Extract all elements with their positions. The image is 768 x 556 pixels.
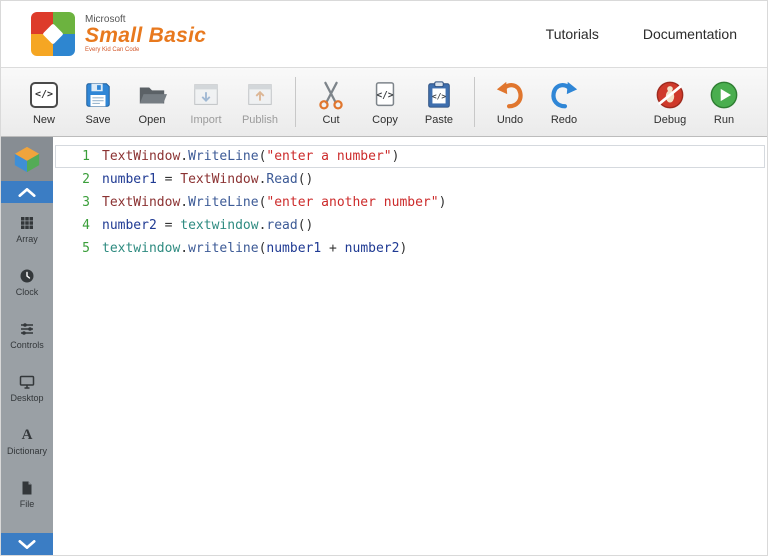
publish-icon xyxy=(244,79,276,111)
code-text: number1 = TextWindow.Read() xyxy=(102,172,314,187)
paste-button-label: Paste xyxy=(424,113,454,126)
cut-scissors-icon xyxy=(315,79,347,111)
code-text: TextWindow.WriteLine("enter a number") xyxy=(102,149,400,164)
small-basic-cube-tile xyxy=(1,137,53,181)
open-folder-icon xyxy=(136,79,168,111)
code-line[interactable]: 4 number2 = textwindow.read() xyxy=(55,214,765,237)
redo-button-label: Redo xyxy=(550,113,578,126)
code-line[interactable]: 1 TextWindow.WriteLine("enter a number") xyxy=(55,145,765,168)
code-text: textwindow.writeline(number1 + number2) xyxy=(102,241,408,256)
product-name: Small Basic xyxy=(85,24,207,48)
file-icon xyxy=(19,480,35,496)
toolbar: </> New Save Open Import Publish Cut </>… xyxy=(1,67,767,137)
sidebar-item-desktop[interactable]: Desktop xyxy=(1,362,53,415)
copy-button-label: Copy xyxy=(372,113,398,126)
sidebar-item-label: Dictionary xyxy=(6,446,47,456)
sidebar-item-clock[interactable]: Clock xyxy=(1,256,53,309)
new-button[interactable]: </> New xyxy=(17,72,71,132)
sidebar-item-label: Clock xyxy=(15,287,39,297)
copy-button[interactable]: </> Copy xyxy=(358,72,412,132)
chevron-up-icon xyxy=(18,187,36,197)
sidebar-item-controls[interactable]: Controls xyxy=(1,309,53,362)
svg-text:</>: </> xyxy=(377,89,394,100)
svg-text:</>: </> xyxy=(432,91,447,100)
undo-button[interactable]: Undo xyxy=(483,72,537,132)
line-number: 4 xyxy=(82,218,90,233)
undo-button-label: Undo xyxy=(496,113,524,126)
sidebar-item-label: File xyxy=(19,499,35,509)
cut-button[interactable]: Cut xyxy=(304,72,358,132)
code-line[interactable]: 5 textwindow.writeline(number1 + number2) xyxy=(55,237,765,260)
sidebar-item-label: Controls xyxy=(10,340,44,350)
paste-button[interactable]: </> Paste xyxy=(412,72,466,132)
code-lines: 1 TextWindow.WriteLine("enter a number") 2… xyxy=(53,145,767,260)
cut-button-label: Cut xyxy=(322,113,340,126)
paste-clipboard-icon: </> xyxy=(423,79,455,111)
run-play-icon xyxy=(708,79,740,111)
product-tagline: Every Kid Can Code xyxy=(85,47,140,54)
save-button[interactable]: Save xyxy=(71,72,125,132)
new-button-label: New xyxy=(32,113,55,126)
code-editor[interactable]: 1 TextWindow.WriteLine("enter a number") 2… xyxy=(53,137,767,555)
import-button[interactable]: Import xyxy=(179,72,233,132)
toolbar-divider xyxy=(474,77,475,127)
nav-link-tutorials[interactable]: Tutorials xyxy=(546,26,599,42)
library-sidebar: Array Clock Controls Desktop A Dictionar… xyxy=(1,137,53,555)
sliders-icon xyxy=(19,321,35,337)
code-line[interactable]: 3 TextWindow.WriteLine("enter another num… xyxy=(55,191,765,214)
grid-icon xyxy=(19,215,35,231)
open-button[interactable]: Open xyxy=(125,72,179,132)
header-nav: Tutorials Documentation xyxy=(546,26,737,42)
code-text: number2 = textwindow.read() xyxy=(102,218,314,233)
cube-icon xyxy=(14,146,40,173)
header: Microsoft Small Basic Every Kid Can Code… xyxy=(1,1,767,67)
small-basic-logo-icon xyxy=(31,12,75,56)
sidebar-item-label: Array xyxy=(16,234,38,244)
toolbar-divider xyxy=(295,77,296,127)
save-button-label: Save xyxy=(85,113,111,126)
debug-bug-icon xyxy=(654,79,686,111)
sidebar-item-array[interactable]: Array xyxy=(1,203,53,256)
logo-text: Microsoft Small Basic Every Kid Can Code xyxy=(85,14,207,54)
run-button-label: Run xyxy=(713,113,735,126)
open-button-label: Open xyxy=(138,113,166,126)
main-area: Array Clock Controls Desktop A Dictionar… xyxy=(1,137,767,555)
debug-button-label: Debug xyxy=(653,113,687,126)
monitor-icon xyxy=(19,374,35,390)
publish-button-label: Publish xyxy=(241,113,279,126)
nav-link-documentation[interactable]: Documentation xyxy=(643,26,737,42)
chevron-down-icon xyxy=(18,539,36,549)
letter-a-icon: A xyxy=(21,426,33,443)
line-number: 1 xyxy=(82,149,90,164)
sidebar-item-label: Desktop xyxy=(10,393,44,403)
redo-button[interactable]: Redo xyxy=(537,72,591,132)
sidebar-scroll-up[interactable] xyxy=(1,181,53,203)
small-basic-logo: Microsoft Small Basic Every Kid Can Code xyxy=(31,12,206,56)
line-number: 2 xyxy=(82,172,90,187)
debug-button[interactable]: Debug xyxy=(643,72,697,132)
import-icon xyxy=(190,79,222,111)
save-floppy-icon xyxy=(82,79,114,111)
copy-page-icon: </> xyxy=(369,79,401,111)
line-number: 5 xyxy=(82,241,90,256)
new-file-icon: </> xyxy=(28,79,60,111)
sidebar-item-dictionary[interactable]: A Dictionary xyxy=(1,415,53,468)
small-basic-app: Microsoft Small Basic Every Kid Can Code… xyxy=(0,0,768,556)
publish-button[interactable]: Publish xyxy=(233,72,287,132)
code-line[interactable]: 2 number1 = TextWindow.Read() xyxy=(55,168,765,191)
sidebar-scroll-down[interactable] xyxy=(1,533,53,555)
run-button[interactable]: Run xyxy=(697,72,751,132)
clock-icon xyxy=(19,268,35,284)
undo-arrow-icon xyxy=(494,79,526,111)
line-number: 3 xyxy=(82,195,90,210)
sidebar-item-file[interactable]: File xyxy=(1,468,53,521)
import-button-label: Import xyxy=(190,113,222,126)
code-text: TextWindow.WriteLine("enter another numb… xyxy=(102,195,447,210)
redo-arrow-icon xyxy=(548,79,580,111)
